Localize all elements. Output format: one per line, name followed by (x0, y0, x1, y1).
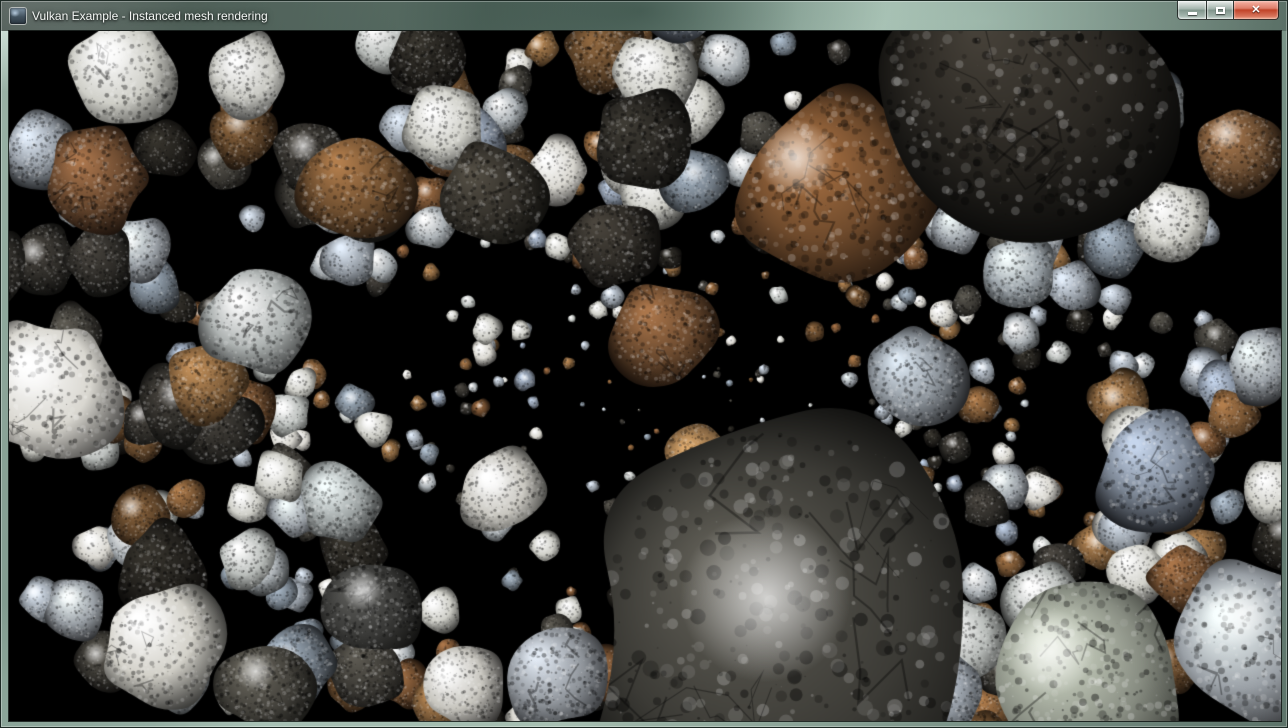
maximize-icon (1216, 7, 1225, 14)
window: Vulkan Example - Instanced mesh renderin… (0, 0, 1288, 728)
minimize-icon (1188, 12, 1197, 15)
window-controls: ✕ (1177, 1, 1279, 20)
title-bar[interactable]: Vulkan Example - Instanced mesh renderin… (1, 1, 1287, 31)
window-close-button[interactable]: ✕ (1234, 1, 1279, 20)
render-viewport[interactable] (9, 31, 1281, 721)
close-icon: ✕ (1251, 5, 1260, 16)
window-minimize-button[interactable] (1177, 1, 1206, 20)
window-maximize-button[interactable] (1206, 1, 1234, 20)
app-icon (10, 8, 26, 24)
window-title: Vulkan Example - Instanced mesh renderin… (32, 9, 268, 23)
